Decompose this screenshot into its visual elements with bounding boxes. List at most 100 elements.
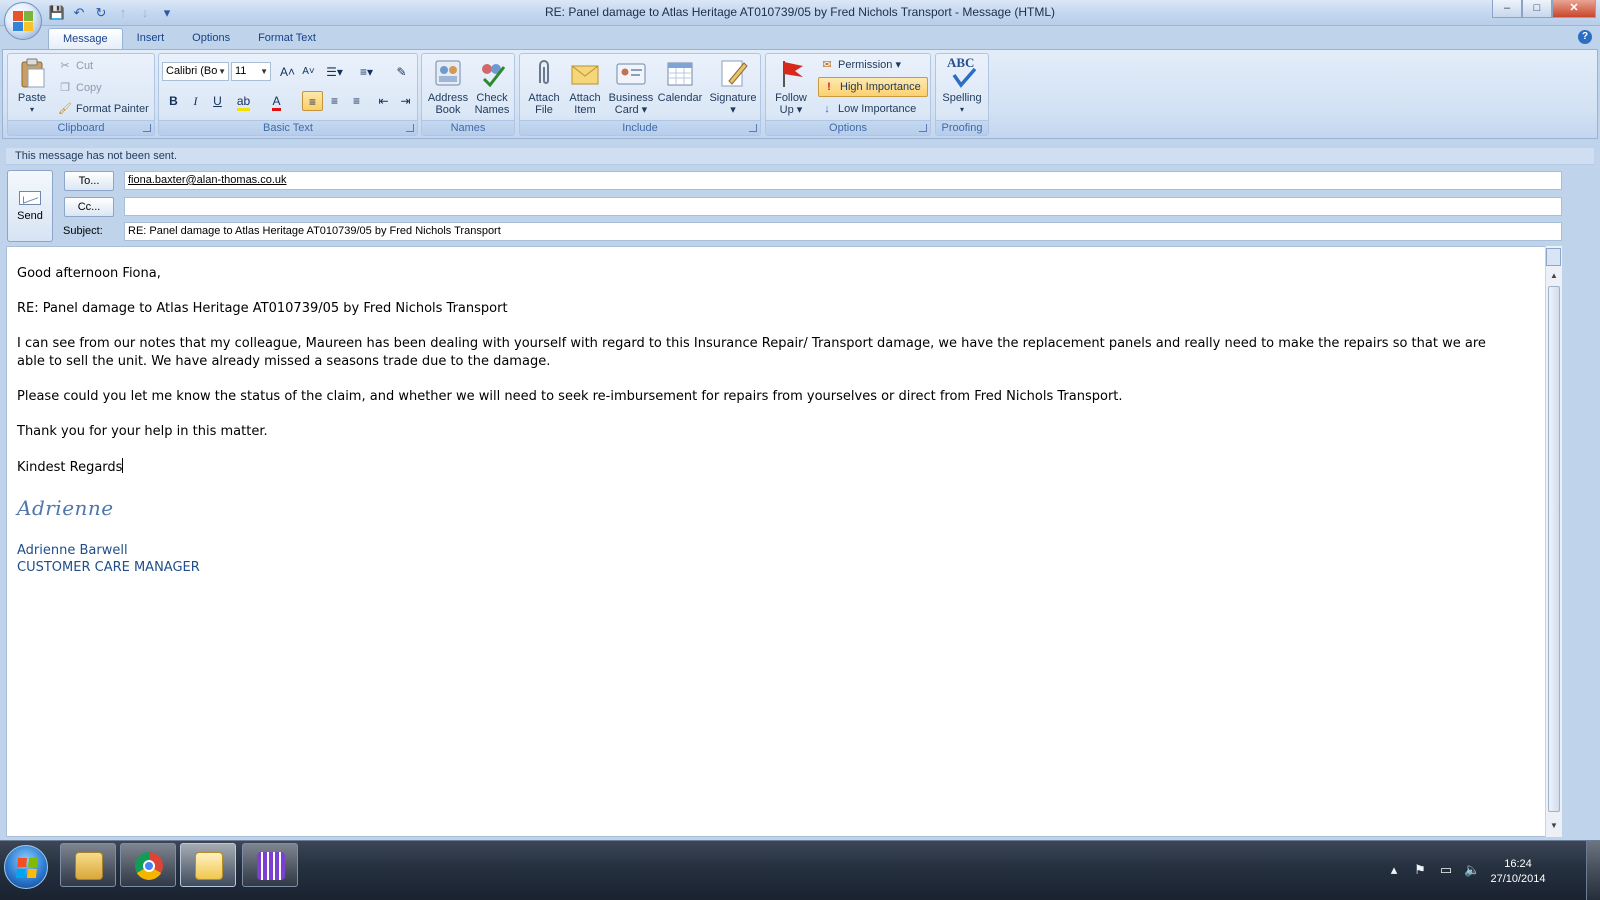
- align-right-button[interactable]: ≡: [346, 91, 367, 111]
- show-hidden-icons-icon[interactable]: ▴: [1386, 862, 1402, 878]
- address-book-button[interactable]: Address Book: [425, 57, 471, 116]
- check-names-button[interactable]: Check Names: [470, 57, 514, 116]
- italic-button[interactable]: I: [185, 91, 206, 111]
- underline-button[interactable]: U: [207, 91, 228, 111]
- font-size-combo[interactable]: 11 ▼: [231, 62, 271, 81]
- align-center-button[interactable]: ≡: [324, 91, 345, 111]
- chrome-icon: [135, 852, 163, 880]
- high-importance-button[interactable]: ! High Importance: [818, 77, 928, 97]
- paperclip-icon: [528, 57, 560, 89]
- shrink-font-button[interactable]: A˅: [298, 62, 319, 82]
- close-button[interactable]: ✕: [1552, 0, 1596, 18]
- cut-button[interactable]: ✂ Cut: [58, 56, 93, 76]
- body-paragraph-1: I can see from our notes that my colleag…: [17, 336, 1486, 369]
- view-ruler-icon[interactable]: [1546, 248, 1561, 266]
- font-name-combo[interactable]: Calibri (Bo ▼: [162, 62, 229, 81]
- follow-up-button[interactable]: Follow Up ▾: [769, 57, 813, 116]
- send-button[interactable]: Send: [7, 170, 53, 242]
- spelling-button[interactable]: ABC Spelling ▾: [938, 56, 986, 116]
- attach-item-label-2: Item: [574, 104, 596, 116]
- vertical-scrollbar[interactable]: ▲ ▼: [1545, 246, 1562, 837]
- envelope-icon: [569, 57, 601, 89]
- office-button[interactable]: [4, 2, 42, 40]
- cc-button[interactable]: Cc...: [64, 197, 114, 217]
- message-body[interactable]: Good afternoon Fiona, RE: Panel damage t…: [6, 246, 1562, 837]
- taskbar-windows-explorer[interactable]: [60, 843, 116, 887]
- grow-font-button[interactable]: A˄: [277, 62, 298, 82]
- help-icon[interactable]: ?: [1578, 30, 1592, 44]
- tab-options[interactable]: Options: [178, 28, 244, 49]
- align-left-button[interactable]: ≡: [302, 91, 323, 111]
- calendar-button[interactable]: Calendar: [654, 57, 706, 104]
- cc-field[interactable]: [124, 197, 1562, 216]
- scroll-up-arrow-icon[interactable]: ▲: [1548, 270, 1560, 282]
- basic-text-dialog-launcher[interactable]: [406, 124, 414, 132]
- show-desktop-button[interactable]: [1586, 841, 1600, 900]
- names-group: Address Book Check Names Names: [421, 53, 515, 136]
- decrease-indent-button[interactable]: ⇤: [373, 91, 394, 111]
- format-painter-button[interactable]: 🖌 Format Painter: [58, 99, 149, 119]
- proofing-group-label: Proofing: [936, 120, 988, 135]
- to-button[interactable]: To...: [64, 171, 114, 191]
- permission-button[interactable]: ✉ Permission ▾: [820, 55, 901, 75]
- taskbar-clock[interactable]: 16:24 27/10/2014: [1478, 857, 1558, 887]
- greeting-line: Good afternoon Fiona,: [17, 266, 161, 281]
- include-group: Attach File Attach Item Business Card ▾ …: [519, 53, 761, 136]
- taskbar: [0, 840, 1600, 900]
- paste-label: Paste: [17, 92, 47, 104]
- scroll-down-arrow-icon[interactable]: ▼: [1548, 820, 1560, 832]
- include-dialog-launcher[interactable]: [749, 124, 757, 132]
- maximize-button[interactable]: □: [1522, 0, 1552, 18]
- attach-file-button[interactable]: Attach File: [522, 57, 566, 116]
- bold-button[interactable]: B: [163, 91, 184, 111]
- title-bar: 💾 ↶ ↻ ↑ ↓ ▾ RE: Panel damage to Atlas He…: [0, 0, 1600, 26]
- tab-format-text[interactable]: Format Text: [244, 28, 330, 49]
- closing-text: Kindest Regards: [17, 459, 123, 475]
- office-logo-icon: [13, 11, 33, 31]
- low-importance-button[interactable]: ↓ Low Importance: [820, 99, 916, 119]
- start-button[interactable]: [4, 845, 48, 889]
- low-importance-label: Low Importance: [838, 103, 917, 115]
- options-group-label: Options: [766, 120, 930, 135]
- bullets-button[interactable]: ☰▾: [324, 62, 345, 82]
- increase-indent-button[interactable]: ⇥: [395, 91, 416, 111]
- tab-message[interactable]: Message: [48, 28, 123, 49]
- spelling-label: Spelling: [942, 92, 982, 104]
- signature-button[interactable]: Signature ▾: [706, 57, 760, 116]
- tab-insert[interactable]: Insert: [123, 28, 179, 49]
- clear-formatting-button[interactable]: ✎: [391, 62, 412, 82]
- scrollbar-thumb[interactable]: [1548, 286, 1560, 812]
- clipboard-dialog-launcher[interactable]: [143, 124, 151, 132]
- action-center-flag-icon[interactable]: ⚑: [1412, 862, 1428, 878]
- options-dialog-launcher[interactable]: [919, 124, 927, 132]
- paste-button[interactable]: Paste ▾: [12, 57, 52, 116]
- numbering-button[interactable]: ≡▾: [356, 62, 377, 82]
- to-field[interactable]: fiona.baxter@alan-thomas.co.uk: [124, 171, 1562, 190]
- signature-name: Adrienne Barwell: [17, 543, 128, 558]
- decrease-indent-icon: ⇤: [378, 94, 389, 108]
- font-color-button[interactable]: A: [266, 91, 287, 111]
- minimize-button[interactable]: –: [1492, 0, 1522, 18]
- options-group: Follow Up ▾ ✉ Permission ▾ ! High Import…: [765, 53, 931, 136]
- network-icon[interactable]: ▭: [1438, 862, 1454, 878]
- send-label: Send: [17, 210, 43, 222]
- attach-file-label-2: File: [535, 104, 553, 116]
- subject-field[interactable]: RE: Panel damage to Atlas Heritage AT010…: [124, 222, 1562, 241]
- window-controls: – □ ✕: [1492, 0, 1596, 18]
- copy-button[interactable]: ❐ Copy: [58, 78, 102, 98]
- numbering-icon: ≡▾: [359, 65, 374, 79]
- taskbar-outlook[interactable]: [180, 843, 236, 887]
- taskbar-app-grid[interactable]: [242, 843, 298, 887]
- business-card-button[interactable]: Business Card ▾: [606, 57, 656, 116]
- highlight-button[interactable]: ab: [233, 91, 254, 111]
- outlook-envelope-icon: [195, 852, 223, 880]
- signature-dropdown-arrow: ▾: [730, 104, 736, 116]
- permission-label: Permission ▾: [838, 59, 901, 71]
- bullets-icon: ☰▾: [326, 65, 343, 79]
- attach-item-button[interactable]: Attach Item: [563, 57, 607, 116]
- font-color-icon: A: [272, 94, 281, 111]
- clear-formatting-icon: ✎: [396, 65, 407, 79]
- subject-label: Subject:: [63, 225, 103, 237]
- exclamation-icon: !: [827, 81, 831, 93]
- taskbar-google-chrome[interactable]: [120, 843, 176, 887]
